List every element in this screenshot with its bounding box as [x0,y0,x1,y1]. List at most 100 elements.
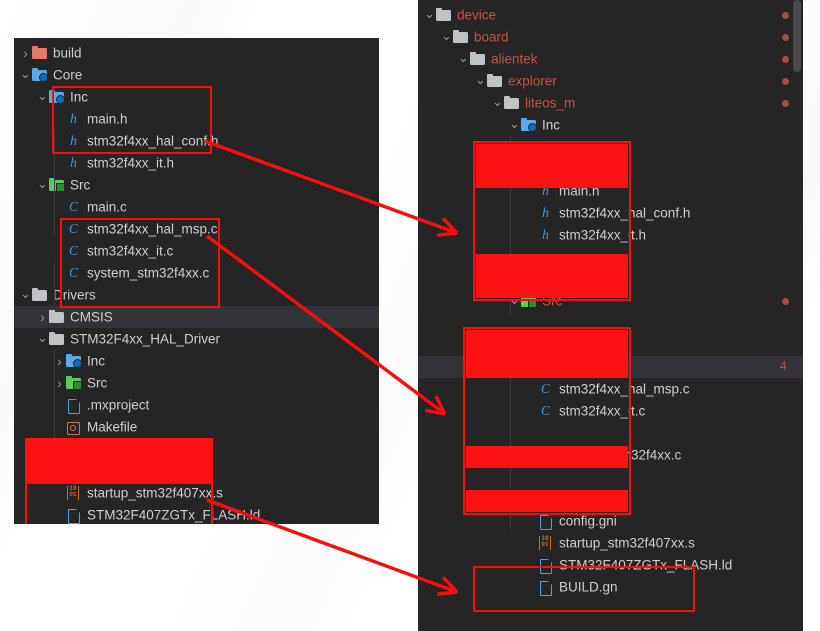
tree-row[interactable]: ·hstm32f4xx_it.h [14,152,379,174]
tree-row[interactable]: ⌄ Core [14,64,379,86]
tree-row[interactable]: · BUILD.gn [418,576,803,598]
tree-row-redacted [418,422,803,444]
right-file-explorer-panel[interactable]: ⌄device⌄board⌄alientek⌄explorer⌄liteos_m… [418,0,803,631]
tree-item-label: Src [87,375,107,390]
tree-row[interactable]: ·hmain.h [14,108,379,130]
tree-row[interactable]: ·Cstm32f4xx_it.c [14,240,379,262]
tree-row[interactable]: ⌄liteos_m [418,92,803,114]
chevron-down-icon[interactable]: ⌄ [492,97,503,106]
folder-icon [486,74,503,88]
tree-row[interactable]: ›build [14,42,379,64]
document-file-icon [537,558,554,572]
chevron-placeholder: · [526,576,537,598]
tree-row[interactable]: ·.mxproject [14,394,379,416]
modified-indicator-dot [782,78,789,85]
tree-item-label: stm32f4xx_it.c [559,403,645,418]
tree-row[interactable]: ⌄explorer [418,70,803,92]
makefile-icon [65,420,82,434]
tree-item-label: Inc [542,117,560,132]
tree-row[interactable]: ·STM32F407ZGTx_FLASH.ld [14,504,379,524]
tree-row[interactable]: ·hstm32f4xx_hal_conf.h [418,202,803,224]
chevron-down-icon[interactable]: ⌄ [475,75,486,84]
chevron-placeholder: · [526,554,537,576]
chevron-placeholder: · [54,416,65,438]
document-file-icon [537,580,554,594]
chevron-right-icon[interactable]: › [20,42,31,64]
chevron-placeholder: · [526,510,537,532]
tree-item-label: stm32f4xx_hal_msp.c [559,381,690,396]
tree-item-label: Inc [70,89,88,104]
chevron-placeholder: · [54,240,65,262]
tree-item-label: Core [53,67,82,82]
folder-icon [503,96,520,110]
tree-row[interactable]: › Inc [14,350,379,372]
tree-item-label: stm32f4xx_hal_conf.h [87,133,218,148]
problem-count-badge: 4 [780,359,787,373]
tree-indent-guide [54,262,55,306]
folder-include-icon [520,118,537,132]
tree-row[interactable]: ·hstm32f4xx_hal_conf.h [14,130,379,152]
folder-source-icon [48,178,65,192]
modified-indicator-dot [782,12,789,19]
document-file-icon [65,398,82,412]
tree-item-label: stm32f4xx_it.c [87,243,173,258]
tree-row[interactable]: › Src [14,372,379,394]
tree-row[interactable]: ·STM32F407ZGTx_FLASH.ld [418,554,803,576]
modified-indicator-dot [782,56,789,63]
chevron-down-icon[interactable]: ⌄ [37,333,48,342]
chevron-placeholder: · [526,224,537,246]
tree-row[interactable]: ·config.gni [418,510,803,532]
tree-row[interactable]: ›CMSIS [14,306,379,328]
redaction-block [25,438,213,482]
tree-row[interactable]: ·1001startup_stm32f407xx.s [418,532,803,554]
tree-item-label: Inc [87,353,105,368]
assembly-file-icon: 1001 [65,486,82,500]
chevron-right-icon[interactable]: › [37,306,48,328]
chevron-placeholder: · [54,394,65,416]
tree-item-label: system_stm32f4xx.c [87,265,209,280]
header-file-icon: h [537,202,554,224]
chevron-down-icon[interactable]: ⌄ [20,289,31,298]
chevron-down-icon[interactable]: ⌄ [458,53,469,62]
redaction-block [466,446,628,468]
tree-row[interactable]: ·Cstm32f4xx_hal_msp.c [14,218,379,240]
tree-row[interactable]: ⌄board [418,26,803,48]
header-file-icon: h [65,108,82,130]
folder-icon [469,52,486,66]
chevron-placeholder: · [54,504,65,524]
chevron-down-icon[interactable]: ⌄ [509,119,520,128]
chevron-right-icon[interactable]: › [54,350,65,372]
chevron-down-icon[interactable]: ⌄ [37,91,48,100]
chevron-down-icon[interactable]: ⌄ [441,31,452,40]
chevron-placeholder: · [54,152,65,174]
tree-row[interactable]: ⌄Src [14,174,379,196]
left-file-explorer-panel[interactable]: ›build⌄Core⌄Inc·hmain.h·hstm32f4xx_hal_c… [14,38,379,524]
tree-row[interactable]: ·Cstm32f4xx_it.c [418,400,803,422]
header-file-icon: h [537,224,554,246]
tree-row[interactable]: ·Csystem_stm32f4xx.c [14,262,379,284]
tree-item-label: Makefile [87,419,137,434]
tree-row[interactable]: ⌄Drivers [14,284,379,306]
tree-row[interactable]: ⌄ alientek [418,48,803,70]
chevron-right-icon[interactable]: › [54,372,65,394]
document-file-icon [65,508,82,522]
tree-item-label: BUILD.gn [559,579,618,594]
chevron-down-icon[interactable]: ⌄ [37,179,48,188]
tree-row[interactable]: ·1001startup_stm32f407xx.s [14,482,379,504]
folder-include-icon [65,354,82,368]
tree-row[interactable]: ⌄device [418,4,803,26]
tree-row[interactable]: ⌄ Inc [418,114,803,136]
tree-row[interactable]: ⌄STM32F4xx_HAL_Driver [14,328,379,350]
chevron-down-icon[interactable]: ⌄ [20,69,31,78]
vertical-scrollbar[interactable] [793,0,801,72]
tree-row[interactable]: ·hstm32f4xx_it.h [418,224,803,246]
tree-row[interactable]: · Makefile [14,416,379,438]
c-file-icon: C [65,240,82,262]
tree-item-label: alientek [491,51,538,66]
c-file-icon: C [537,400,554,422]
tree-row[interactable]: ·Cstm32f4xx_hal_msp.c [418,378,803,400]
tree-row[interactable]: ·Cmain.c [14,196,379,218]
tree-row[interactable]: ⌄ Inc [14,86,379,108]
chevron-placeholder: · [526,378,537,400]
chevron-down-icon[interactable]: ⌄ [424,9,435,18]
